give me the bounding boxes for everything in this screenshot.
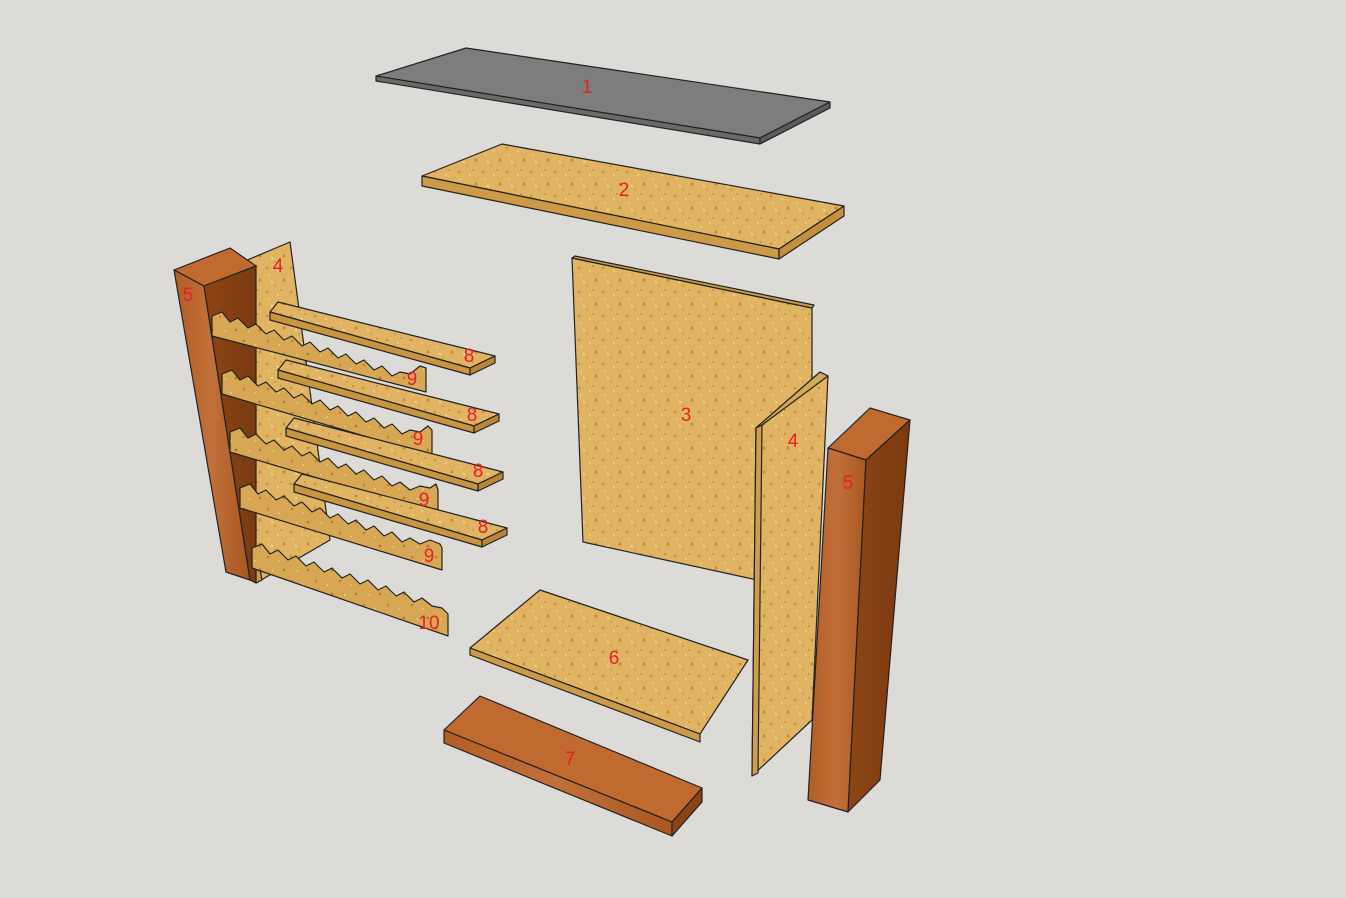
label-base-rail: 7: [565, 749, 576, 770]
label-left-front-post: 5: [183, 285, 194, 306]
label-shelf-3: 8: [473, 461, 484, 482]
label-bottom-notched-rail: 10: [418, 613, 439, 634]
label-shelf-4: 8: [478, 517, 489, 538]
label-shelf-2: 8: [467, 405, 478, 426]
label-notched-rail-2: 9: [413, 429, 424, 450]
top-panel: [421, 143, 845, 260]
glass-top: [375, 47, 831, 145]
label-back-panel: 3: [681, 405, 692, 426]
exploded-cabinet-diagram: 1 2 3 4 4 5 5 6 7 8 8 8 8 9 9 9 9 10: [173, 47, 911, 837]
label-top-panel: 2: [619, 180, 630, 201]
label-right-side-panel: 4: [788, 431, 799, 452]
label-right-front-post: 5: [843, 473, 854, 494]
label-glass-top: 1: [582, 77, 593, 98]
label-left-side-panel: 4: [273, 256, 284, 277]
label-notched-rail-4: 9: [424, 546, 435, 567]
label-notched-rail-1: 9: [407, 369, 418, 390]
label-shelf-1: 8: [464, 346, 475, 367]
label-notched-rail-3: 9: [419, 490, 430, 511]
label-bottom-panel: 6: [609, 648, 620, 669]
